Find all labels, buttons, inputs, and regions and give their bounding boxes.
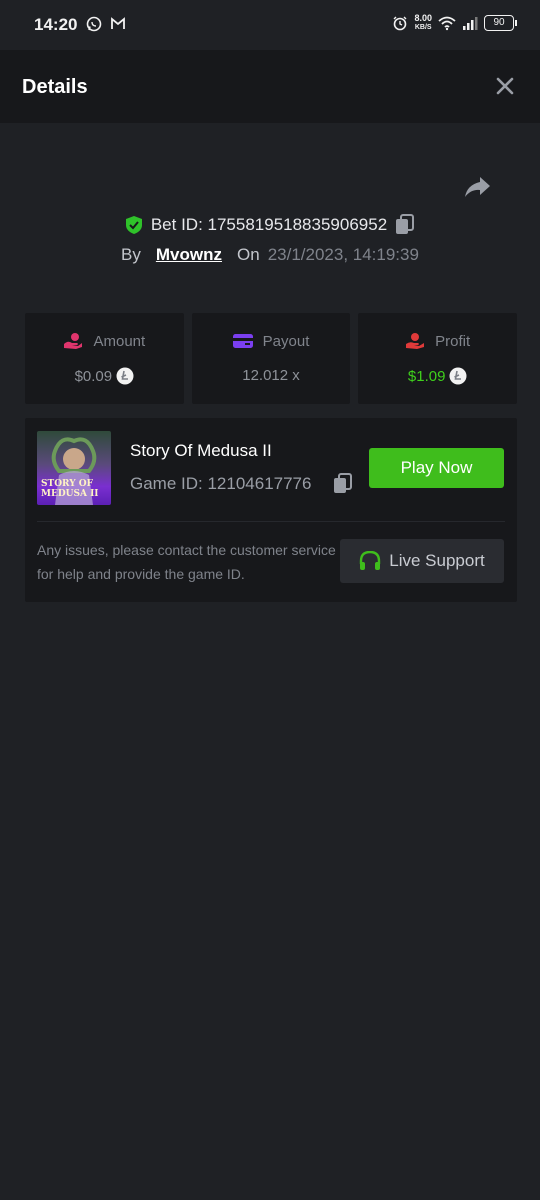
- status-system-icons: 8.00 KB/S 90: [392, 14, 517, 32]
- on-label: On: [237, 245, 260, 264]
- by-label: By: [121, 245, 141, 264]
- stat-payout-value: 12.012 x: [242, 367, 300, 384]
- money-hand-icon: [64, 333, 83, 349]
- stat-payout-label: Payout: [262, 332, 310, 350]
- stat-amount-value: $0.09: [74, 367, 113, 385]
- game-title: Story Of Medusa II: [130, 441, 272, 460]
- play-now-button[interactable]: Play Now: [369, 448, 504, 488]
- page-title: Details: [22, 76, 88, 98]
- stat-amount: Amount $0.09: [25, 313, 184, 404]
- bet-date: 23/1/2023, 14:19:39: [267, 245, 419, 264]
- game-thumbnail[interactable]: STORY OF MEDUSA II: [37, 431, 111, 505]
- divider: [37, 521, 505, 522]
- whatsapp-icon: [86, 16, 102, 32]
- status-bar: 14:20 8.00 KB/S 90: [0, 0, 540, 50]
- wifi-icon: [438, 16, 456, 31]
- live-support-button[interactable]: Live Support: [340, 539, 504, 583]
- game-card: STORY OF MEDUSA II Story Of Medusa II Ga…: [25, 418, 517, 602]
- profit-hand-icon: [406, 333, 425, 349]
- stat-payout-value-row: 12.012 x: [192, 367, 351, 384]
- litecoin-icon: [449, 367, 467, 385]
- stat-profit: Profit $1.09: [358, 313, 518, 404]
- verified-shield-icon: [125, 216, 142, 234]
- copy-bet-id-icon[interactable]: [395, 214, 415, 236]
- share-icon[interactable]: [464, 176, 491, 198]
- support-hint-text: Any issues, please contact the customer …: [37, 542, 336, 582]
- battery-indicator: 90: [484, 15, 517, 31]
- bet-id-row: Bet ID: 1755819518835906952: [0, 213, 540, 237]
- stat-payout-head: Payout: [192, 332, 351, 350]
- stat-profit-value: $1.09: [407, 367, 446, 385]
- gmail-icon: [111, 17, 125, 29]
- game-thumbnail-text: STORY OF MEDUSA II: [41, 479, 99, 499]
- username-link[interactable]: Mvownz: [156, 245, 222, 265]
- game-id: Game ID: 12104617776: [130, 474, 312, 493]
- status-time: 14:20: [34, 15, 78, 34]
- credit-card-icon: [232, 334, 253, 348]
- stat-payout: Payout 12.012 x: [191, 313, 351, 404]
- bet-meta-row: By Mvownz On 23/1/2023, 14:19:39: [0, 245, 540, 265]
- live-support-label: Live Support: [389, 551, 485, 570]
- headset-icon: [360, 551, 381, 570]
- bet-stats: Amount $0.09 Payout 12.012 x Profit $1.0…: [25, 313, 518, 404]
- stat-profit-value-row: $1.09: [358, 367, 517, 385]
- alarm-icon: [393, 16, 407, 31]
- close-icon[interactable]: [496, 77, 514, 95]
- network-speed: 8.00 KB/S: [414, 14, 432, 32]
- stat-profit-head: Profit: [358, 332, 517, 350]
- network-speed-value: 8.00: [414, 13, 432, 23]
- stat-amount-label: Amount: [93, 332, 146, 350]
- litecoin-icon: [116, 367, 134, 385]
- network-speed-unit: KB/S: [414, 24, 432, 31]
- stat-amount-value-row: $0.09: [25, 367, 184, 385]
- details-header: Details: [0, 50, 540, 123]
- copy-game-id-icon[interactable]: [333, 473, 353, 495]
- stat-profit-label: Profit: [435, 332, 471, 350]
- stat-amount-head: Amount: [25, 332, 184, 350]
- signal-icon: [463, 17, 478, 30]
- bet-id-label: Bet ID: 1755819518835906952: [150, 215, 388, 234]
- status-notification-icons: [86, 16, 126, 32]
